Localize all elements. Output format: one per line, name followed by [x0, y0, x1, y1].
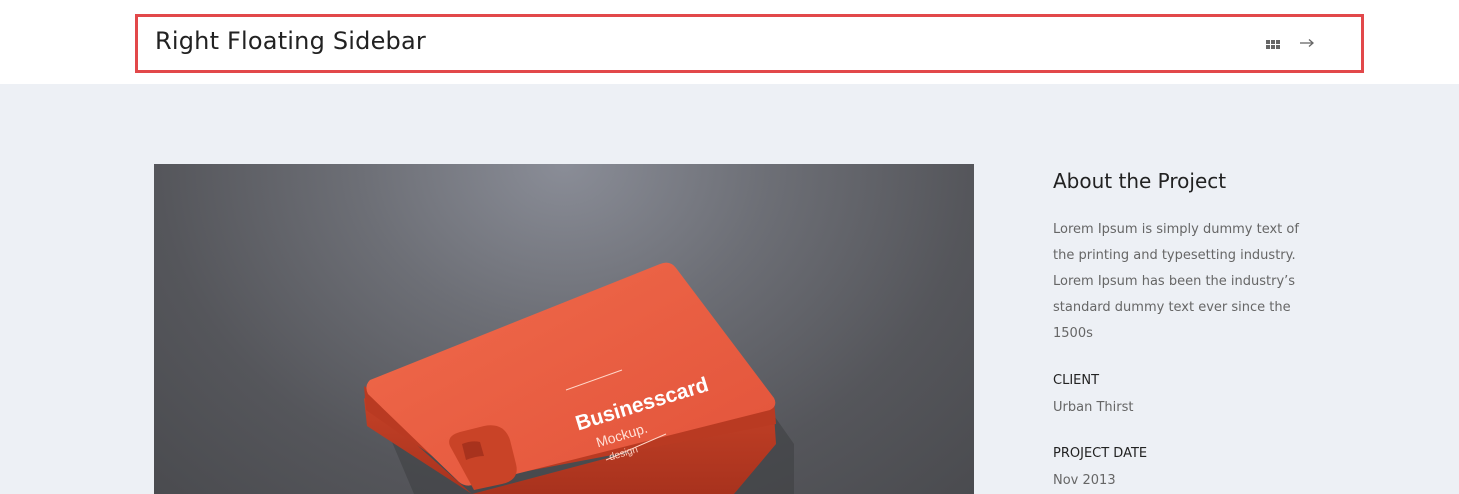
project-description: Lorem Ipsum is simply dummy text of the …	[1053, 222, 1299, 341]
sidebar-heading: About the Project	[1053, 169, 1227, 193]
client-label: CLIENT	[1053, 373, 1100, 388]
business-card-mockup: Businesscard Mockup. design	[364, 262, 794, 494]
project-date-label: PROJECT DATE	[1053, 446, 1148, 461]
grid-icon[interactable]	[1266, 40, 1280, 50]
project-date-value: Nov 2013	[1053, 473, 1116, 488]
arrow-right-icon[interactable]	[1298, 36, 1316, 50]
client-value: Urban Thirst	[1053, 400, 1134, 415]
page-header: Right Floating Sidebar	[0, 0, 1459, 84]
page-title: Right Floating Sidebar	[155, 27, 426, 55]
title-bar: Right Floating Sidebar	[135, 14, 1364, 73]
project-image: Businesscard Mockup. design	[154, 164, 974, 494]
project-sidebar: About the Project Lorem Ipsum is simply …	[1053, 166, 1353, 490]
